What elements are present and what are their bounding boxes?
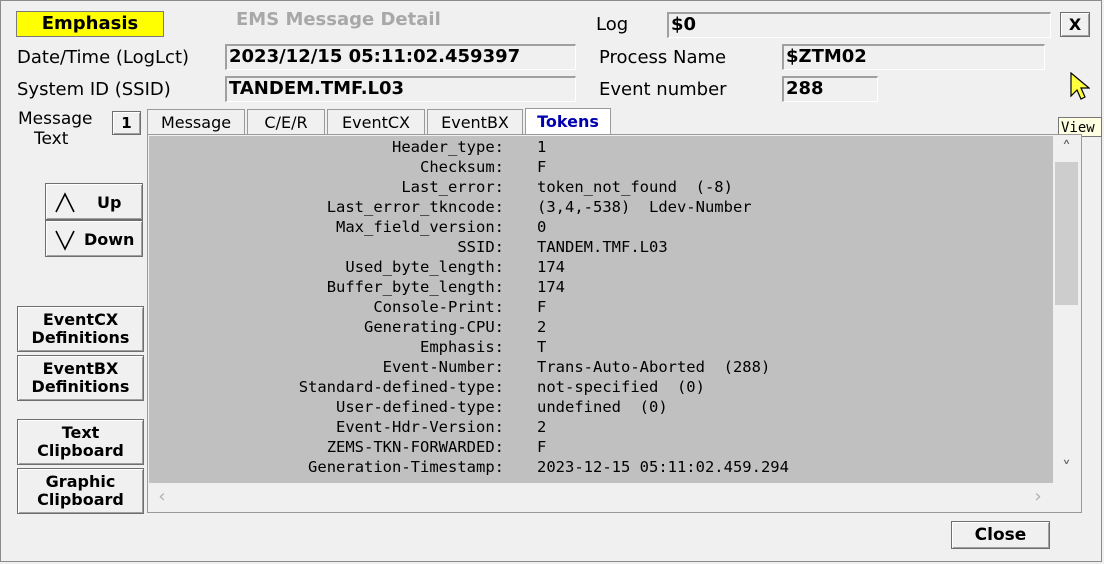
token-key: Last_error: xyxy=(401,178,504,196)
token-value: 2023-12-15 05:11:02.459.294 xyxy=(537,458,789,476)
token-value: (3,4,-538) Ldev-Number xyxy=(537,198,752,216)
emphasis-indicator: Emphasis xyxy=(16,11,164,37)
tab-eventbx[interactable]: EventBX xyxy=(427,109,523,134)
token-value: Trans-Auto-Aborted (288) xyxy=(537,358,771,376)
tab-cer[interactable]: C/E/R xyxy=(247,109,325,134)
scroll-up-icon[interactable]: ˄ xyxy=(1055,138,1078,162)
text-clipboard-button[interactable]: Text Clipboard xyxy=(17,419,144,465)
token-value: F xyxy=(537,158,547,176)
token-value: F xyxy=(537,438,547,456)
event-number-field[interactable]: 288 xyxy=(782,76,878,102)
token-value: T xyxy=(537,338,547,356)
token-key: Used_byte_length: xyxy=(345,258,504,276)
token-key: User-defined-type: xyxy=(336,398,504,416)
token-key: Standard-defined-type: xyxy=(298,378,504,396)
mouse-cursor-icon xyxy=(1070,72,1090,100)
message-text-label: Message Text xyxy=(18,109,93,149)
down-button[interactable]: Down xyxy=(45,220,143,257)
token-key: Last_error_tkncode: xyxy=(326,198,504,216)
process-name-field[interactable]: $ZTM02 xyxy=(782,44,1045,70)
token-value: undefined (0) xyxy=(537,398,668,416)
token-key: Header_type: xyxy=(392,138,504,156)
datetime-field[interactable]: 2023/12/15 05:11:02.459397 xyxy=(225,44,576,70)
eventbx-definitions-button[interactable]: EventBX Definitions xyxy=(17,355,144,401)
datetime-label: Date/Time (LogLct) xyxy=(17,47,190,68)
token-key: Event-Number: xyxy=(382,358,504,376)
up-arrow-icon xyxy=(55,192,75,213)
token-key: Emphasis: xyxy=(420,338,504,356)
token-value: 0 xyxy=(537,218,547,236)
down-arrow-icon xyxy=(55,230,75,251)
up-button[interactable]: Up xyxy=(45,183,143,220)
token-key: SSID: xyxy=(457,238,504,256)
log-field[interactable]: $0 xyxy=(667,12,1051,38)
token-key: Console-Print: xyxy=(373,298,504,316)
graphic-clipboard-button[interactable]: Graphic Clipboard xyxy=(17,468,144,514)
token-value: 174 xyxy=(537,278,565,296)
scroll-down-icon[interactable]: ˅ xyxy=(1055,458,1078,482)
token-value: 1 xyxy=(537,138,547,156)
tab-eventcx[interactable]: EventCX xyxy=(327,109,425,134)
event-number-label: Event number xyxy=(599,79,727,100)
ssid-label: System ID (SSID) xyxy=(17,79,171,100)
token-key: Generating-CPU: xyxy=(364,318,504,336)
token-key: Max_field_version: xyxy=(336,218,504,236)
process-name-label: Process Name xyxy=(599,47,727,68)
token-value: 2 xyxy=(537,418,547,436)
token-key: ZEMS-TKN-FORWARDED: xyxy=(326,438,504,456)
token-key: Buffer_byte_length: xyxy=(326,278,504,296)
log-label: Log xyxy=(596,14,629,35)
token-key: Event-Hdr-Version: xyxy=(336,418,504,436)
close-button[interactable]: Close xyxy=(951,521,1050,549)
token-key: Generation-Timestamp: xyxy=(308,458,504,476)
ssid-field[interactable]: TANDEM.TMF.L03 xyxy=(225,76,576,102)
window-title: EMS Message Detail xyxy=(236,9,441,30)
token-value: token_not_found (-8) xyxy=(537,178,733,196)
message-count-button[interactable]: 1 xyxy=(112,111,141,135)
horizontal-scrollbar[interactable]: ‹ › xyxy=(149,483,1053,511)
token-value: 2 xyxy=(537,318,547,336)
close-x-button[interactable]: X xyxy=(1060,12,1090,37)
token-value: TANDEM.TMF.L03 xyxy=(537,238,668,256)
tab-message[interactable]: Message xyxy=(147,109,245,134)
token-value: 174 xyxy=(537,258,565,276)
scroll-left-icon[interactable]: ‹ xyxy=(153,486,171,508)
token-value: not-specified (0) xyxy=(537,378,705,396)
scroll-right-icon[interactable]: › xyxy=(1029,486,1047,508)
eventcx-definitions-button[interactable]: EventCX Definitions xyxy=(17,306,144,352)
tokens-list: Header_type: 1 Checksum: F Last_error: token_… xyxy=(149,136,1053,483)
tab-tokens[interactable]: Tokens xyxy=(525,108,611,135)
token-value: F xyxy=(537,298,547,316)
vertical-scroll-thumb[interactable] xyxy=(1055,162,1078,305)
token-key: Checksum: xyxy=(420,158,504,176)
